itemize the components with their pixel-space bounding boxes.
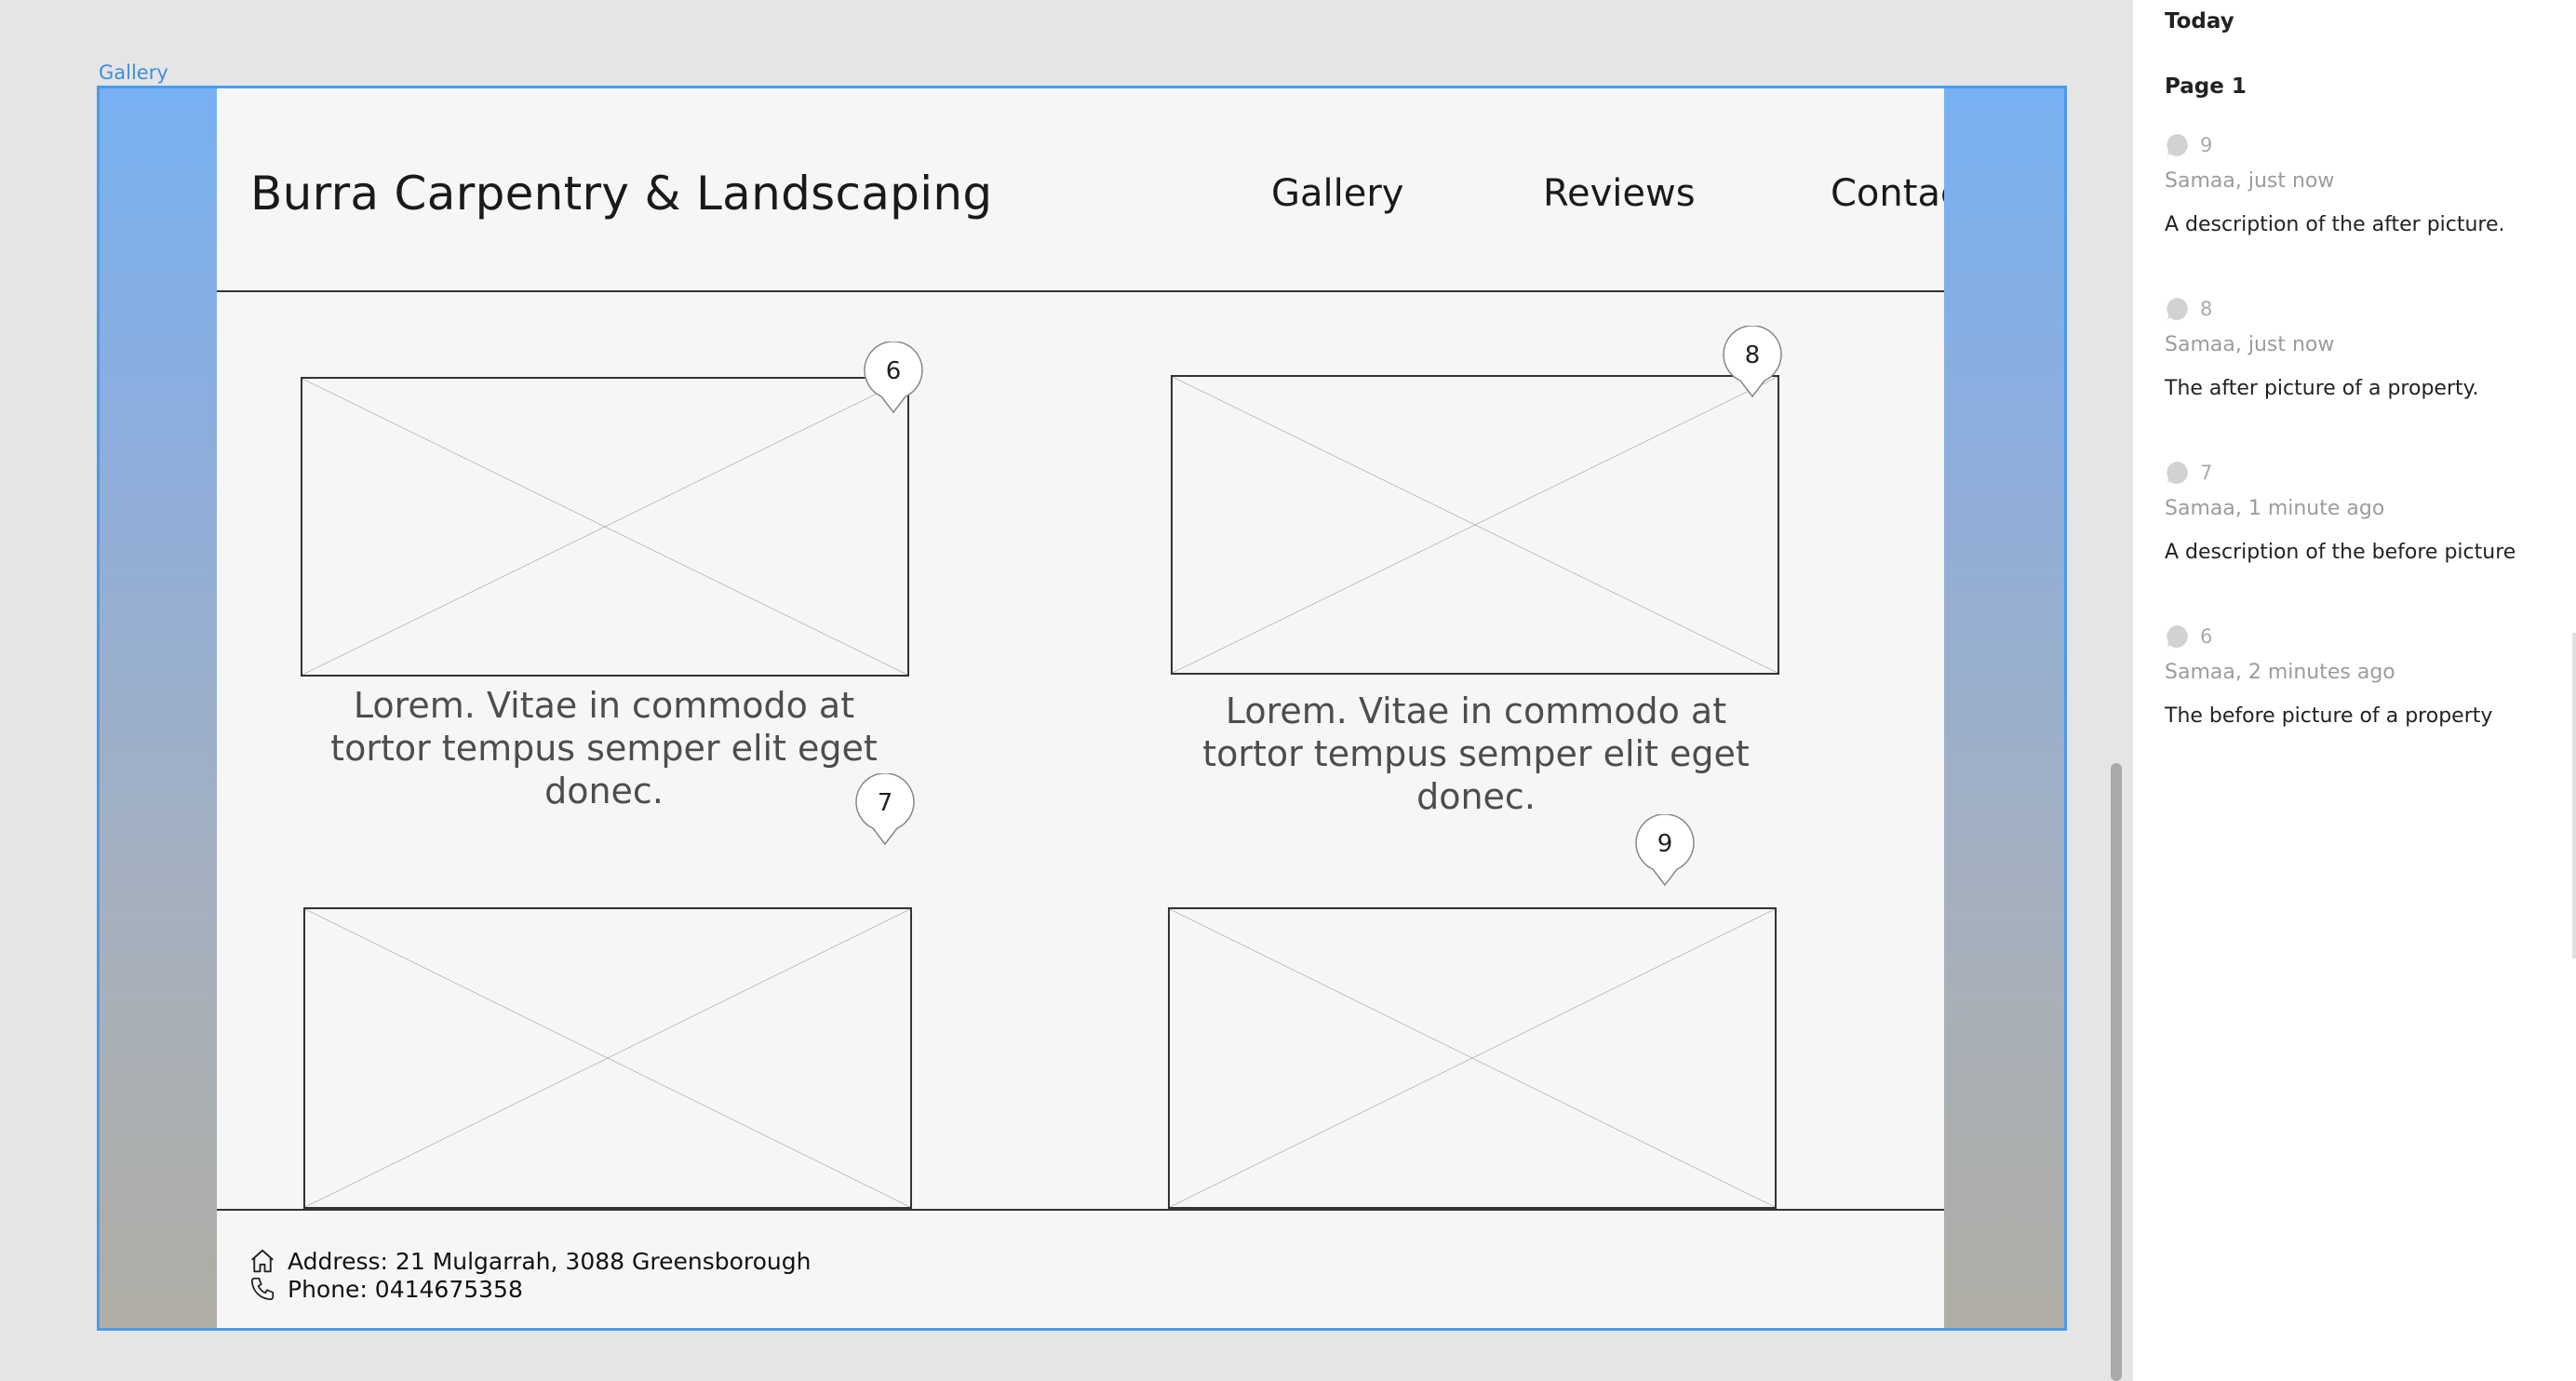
design-canvas[interactable]: Gallery Burra Carpentry & Landscaping Ga… bbox=[0, 0, 2133, 1381]
image-placeholder-before[interactable] bbox=[301, 377, 909, 677]
header-divider bbox=[217, 290, 1944, 292]
artboard-label[interactable]: Gallery bbox=[99, 61, 168, 84]
comment-number: 6 bbox=[2200, 625, 2213, 648]
nav-gallery[interactable]: Gallery bbox=[1271, 172, 1403, 215]
image-placeholder-3[interactable] bbox=[303, 907, 912, 1209]
footer-divider bbox=[217, 1209, 1944, 1211]
nav-contact[interactable]: Contact bbox=[1831, 172, 1944, 215]
comment-pin-9[interactable]: 9 bbox=[1634, 814, 1696, 889]
comments-panel: Today Page 1 9 Samaa, just now A descrip… bbox=[2133, 0, 2576, 1381]
comment-meta: Samaa, just now bbox=[2165, 169, 2335, 193]
address-text: Address: 21 Mulgarrah, 3088 Greensboroug… bbox=[288, 1247, 812, 1275]
canvas-scrollbar[interactable] bbox=[2111, 763, 2122, 1381]
comment-number: 7 bbox=[2200, 462, 2213, 484]
comment-meta: Samaa, just now bbox=[2165, 333, 2335, 356]
footer-phone: Phone: 0414675358 bbox=[248, 1275, 523, 1303]
comment-item[interactable]: 9 Samaa, just now A description of the a… bbox=[2165, 130, 2556, 236]
image-placeholder-after[interactable] bbox=[1171, 375, 1779, 675]
caption-after: Lorem. Vitae in commodo at tortor tempus… bbox=[1202, 690, 1750, 817]
comment-number: 8 bbox=[2200, 298, 2213, 320]
comment-bubble-icon bbox=[2167, 298, 2188, 321]
image-placeholder-4[interactable] bbox=[1168, 907, 1777, 1209]
comment-text: The after picture of a property. bbox=[2165, 377, 2479, 400]
page-heading: Page 1 bbox=[2165, 74, 2247, 99]
today-heading: Today bbox=[2165, 9, 2234, 34]
comment-pin-8[interactable]: 8 bbox=[1722, 326, 1783, 400]
comment-bubble-icon bbox=[2167, 462, 2188, 485]
panel-scroll-edge[interactable] bbox=[2572, 633, 2576, 959]
comment-item[interactable]: 7 Samaa, 1 minute ago A description of t… bbox=[2165, 458, 2556, 564]
caption-before: Lorem. Vitae in commodo at tortor tempus… bbox=[330, 685, 878, 811]
comment-item[interactable]: 8 Samaa, just now The after picture of a… bbox=[2165, 294, 2556, 400]
phone-icon bbox=[248, 1275, 276, 1303]
site-title: Burra Carpentry & Landscaping bbox=[250, 167, 993, 221]
wireframe-page: Burra Carpentry & Landscaping Gallery Re… bbox=[217, 88, 1944, 1328]
comment-meta: Samaa, 1 minute ago bbox=[2165, 497, 2385, 520]
comment-meta: Samaa, 2 minutes ago bbox=[2165, 661, 2395, 684]
artboard-gallery[interactable]: Burra Carpentry & Landscaping Gallery Re… bbox=[97, 86, 2067, 1331]
comment-text: A description of the after picture. bbox=[2165, 213, 2505, 236]
comment-text: A description of the before picture bbox=[2165, 541, 2516, 564]
nav-reviews[interactable]: Reviews bbox=[1543, 172, 1696, 215]
comment-bubble-icon bbox=[2167, 134, 2188, 157]
comment-number: 9 bbox=[2200, 134, 2213, 156]
comment-bubble-icon bbox=[2167, 625, 2188, 649]
footer-address: Address: 21 Mulgarrah, 3088 Greensboroug… bbox=[248, 1247, 811, 1275]
comment-item[interactable]: 6 Samaa, 2 minutes ago The before pictur… bbox=[2165, 622, 2556, 728]
comment-pin-7[interactable]: 7 bbox=[854, 773, 916, 848]
comment-text: The before picture of a property bbox=[2165, 704, 2493, 728]
phone-text: Phone: 0414675358 bbox=[288, 1275, 523, 1303]
home-icon bbox=[248, 1247, 276, 1275]
comment-pin-6[interactable]: 6 bbox=[863, 342, 924, 416]
